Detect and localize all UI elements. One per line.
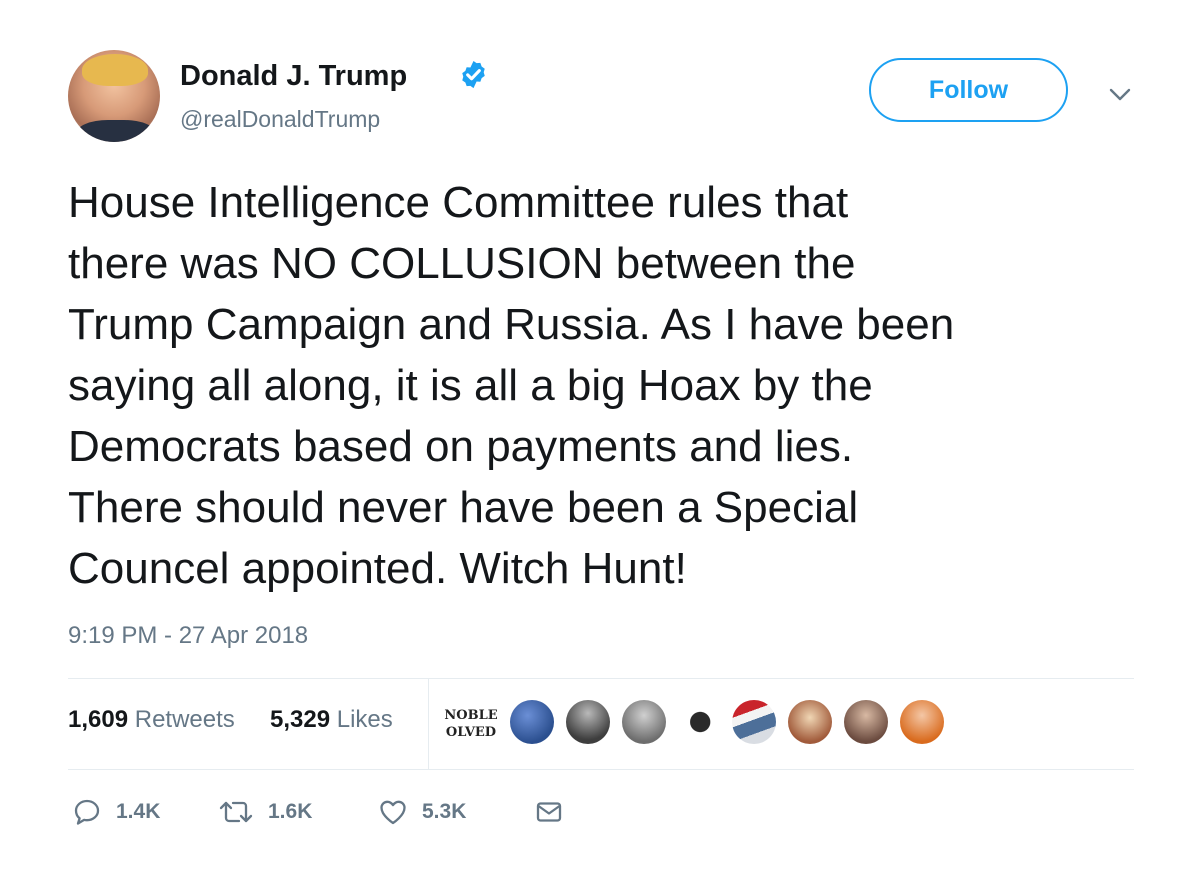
chevron-down-icon[interactable] bbox=[1108, 86, 1132, 104]
direct-message-button[interactable] bbox=[534, 790, 564, 834]
reply-icon bbox=[74, 799, 100, 825]
noble-dissolved-logo: NOBLE OLVED bbox=[444, 708, 497, 740]
verified-badge-icon bbox=[462, 60, 485, 89]
retweets-stat[interactable]: 1,609 Retweets bbox=[68, 706, 235, 734]
likes-stat[interactable]: 5,329 Likes bbox=[270, 706, 393, 734]
svg-text:NOBLE: NOBLE bbox=[444, 708, 497, 723]
retweet-count: 1.6K bbox=[268, 800, 313, 823]
tweet-text-line: House Intelligence Committee rules that bbox=[68, 178, 849, 227]
tweet-text-line: Councel appointed. Witch Hunt! bbox=[68, 544, 687, 593]
reply-button[interactable]: 1.4K bbox=[72, 790, 160, 834]
svg-text:OLVED: OLVED bbox=[446, 725, 496, 740]
liker-avatar-6[interactable] bbox=[732, 700, 776, 744]
display-name[interactable]: Donald J. Trump bbox=[180, 60, 407, 93]
like-button[interactable]: 5.3K bbox=[378, 790, 466, 834]
follow-button[interactable]: Follow bbox=[869, 58, 1068, 122]
heart-icon bbox=[380, 800, 406, 825]
retweet-icon bbox=[219, 801, 253, 823]
tweet-text-line: Trump Campaign and Russia. As I have bee… bbox=[68, 300, 955, 349]
tweet-header: Donald J. Trump @realDonaldTrump Follow bbox=[68, 50, 1148, 142]
liker-avatar-7[interactable] bbox=[788, 700, 832, 744]
like-count: 5.3K bbox=[422, 800, 467, 823]
divider-bottom bbox=[68, 769, 1134, 770]
tweet-stats: 1,609 Retweets 5,329 Likes NOBLE OLVED bbox=[68, 678, 1134, 769]
reply-count: 1.4K bbox=[116, 800, 161, 823]
tweet-actions: 1.4K 1.6K 5.3K bbox=[68, 790, 628, 834]
liker-avatar-5[interactable] bbox=[676, 700, 720, 744]
tweet-text-line: saying all along, it is all a big Hoax b… bbox=[68, 361, 873, 410]
tweet-text-line: there was NO COLLUSION between the bbox=[68, 239, 856, 288]
retweets-count: 1,609 bbox=[68, 706, 129, 733]
profile-avatar[interactable] bbox=[68, 50, 160, 142]
liker-avatar-2[interactable] bbox=[510, 700, 554, 744]
tweet-text-line: There should never have been a Special bbox=[68, 483, 859, 532]
tweet-text-line: Democrats based on payments and lies. bbox=[68, 422, 854, 471]
tweet-text: House Intelligence Committee rules that t… bbox=[68, 172, 1148, 599]
liker-avatar-8[interactable] bbox=[844, 700, 888, 744]
likes-count: 5,329 bbox=[270, 706, 331, 733]
liker-avatar-9[interactable] bbox=[900, 700, 944, 744]
likes-label: Likes bbox=[336, 706, 393, 733]
user-handle[interactable]: @realDonaldTrump bbox=[180, 106, 380, 133]
liker-avatar-1[interactable]: NOBLE OLVED bbox=[444, 700, 498, 744]
message-icon bbox=[536, 802, 562, 822]
liker-avatar-4[interactable] bbox=[622, 700, 666, 744]
liker-avatar-3[interactable] bbox=[566, 700, 610, 744]
retweet-button[interactable]: 1.6K bbox=[218, 790, 312, 834]
tweet-timestamp[interactable]: 9:19 PM - 27 Apr 2018 bbox=[68, 622, 308, 650]
stats-divider bbox=[428, 678, 429, 769]
retweets-label: Retweets bbox=[134, 706, 235, 733]
